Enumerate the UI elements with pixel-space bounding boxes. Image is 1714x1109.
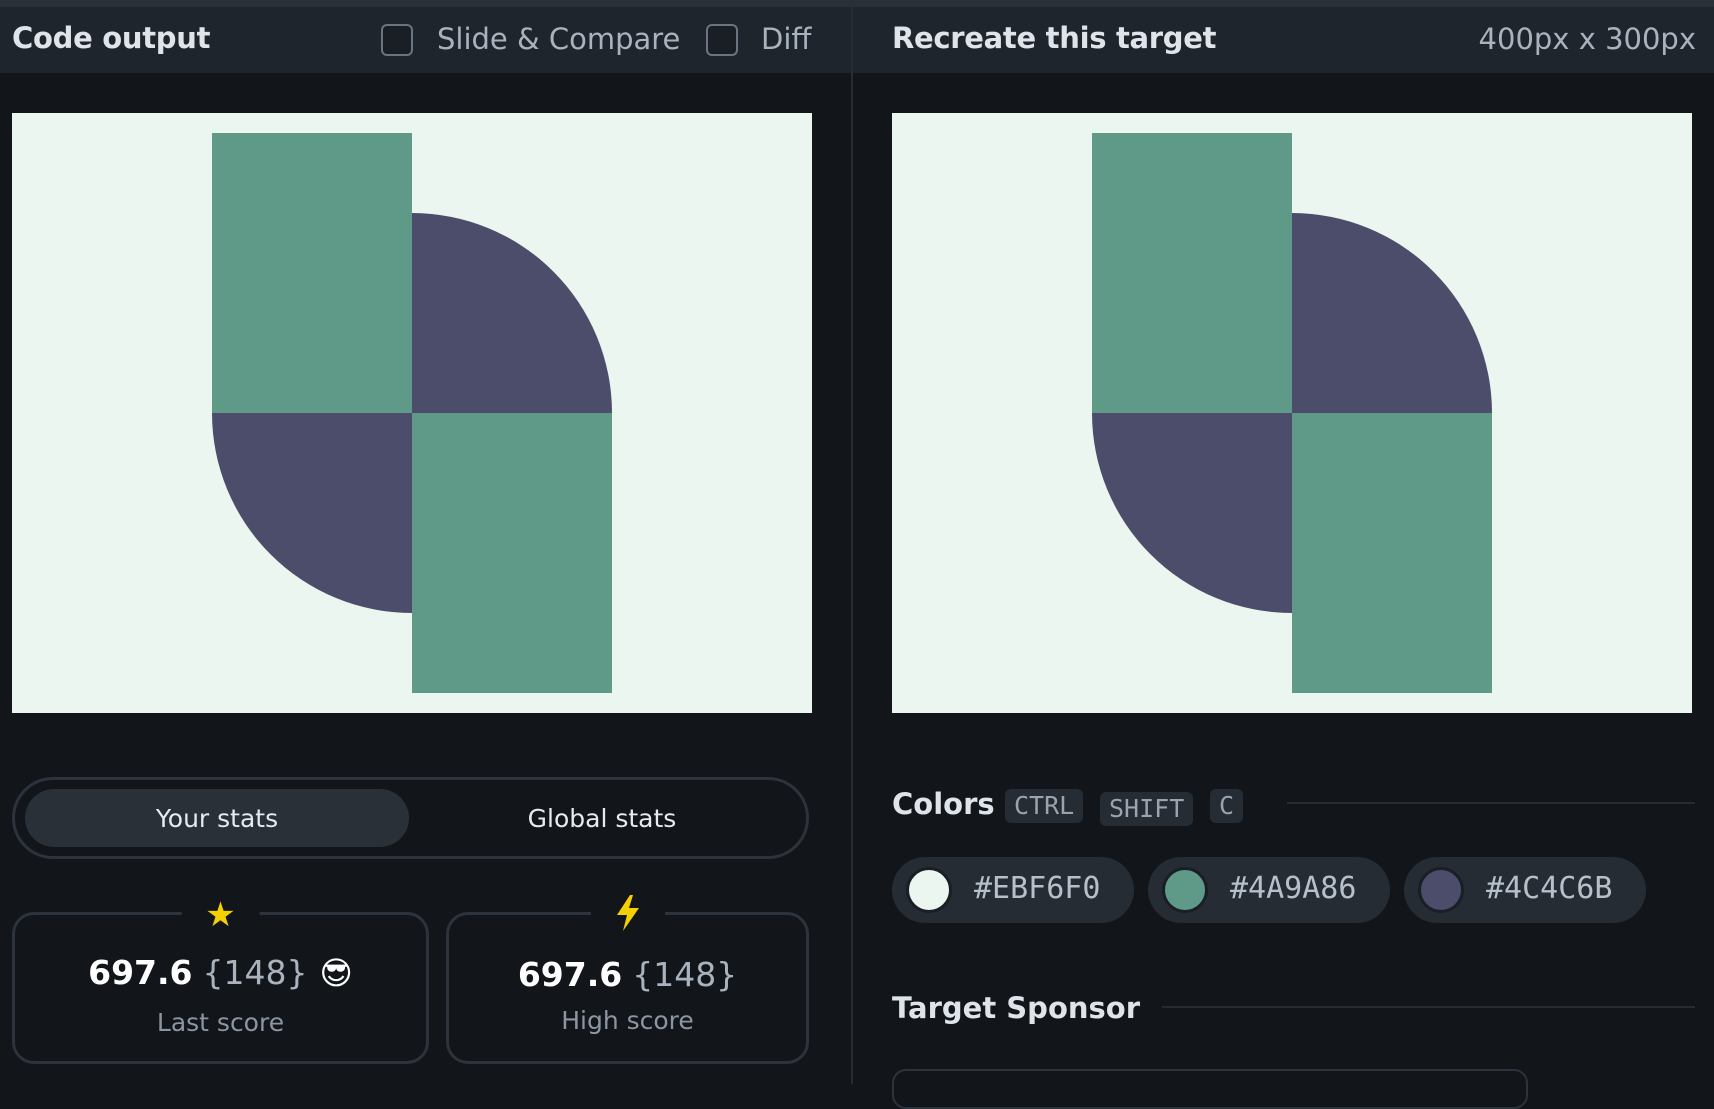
sponsor-title: Target Sponsor [892,991,1141,1025]
lightning-icon [590,895,665,940]
target-shape-graphic [892,113,1692,713]
sponsor-box[interactable] [892,1069,1528,1109]
kbd-shift: SHIFT [1100,792,1194,826]
top-border [0,0,1714,7]
diff-checkbox[interactable] [706,24,738,56]
swatch-purple-hex: #4C4C6B [1486,871,1613,906]
swatch-light-dot [906,867,952,913]
high-score-label: High score [561,1006,694,1035]
tab-your-stats[interactable]: Your stats [25,789,409,847]
kbd-ctrl: CTRL [1005,789,1084,823]
slide-compare-label[interactable]: Slide & Compare [437,22,680,56]
swatch-purple[interactable]: #4C4C6B [1404,857,1646,923]
last-score-value: 697.6 {148} 😎 [15,953,426,992]
swatch-green-dot [1162,867,1208,913]
sponsor-rule [1162,1006,1695,1008]
swatch-light-hex: #EBF6F0 [974,871,1101,906]
diff-label[interactable]: Diff [761,22,811,56]
swatch-green-hex: #4A9A86 [1230,871,1357,906]
last-score-card: ★ 697.6 {148} 😎 Last score [12,895,429,1064]
output-shape-graphic [12,113,812,713]
sunglasses-emoji-icon: 😎 [319,954,353,992]
swatch-green[interactable]: #4A9A86 [1148,857,1390,923]
code-output-header: Code output Slide & Compare Diff [0,7,851,73]
colors-rule [1287,802,1695,804]
tab-global-stats[interactable]: Global stats [410,789,794,847]
target-title: Recreate this target [892,21,1217,55]
code-output-pane: Code output Slide & Compare Diff Your st… [0,7,851,1084]
high-score-value: 697.6 {148} [449,955,806,994]
code-output-title: Code output [12,21,211,55]
last-score-number: 697.6 [88,953,193,992]
kbd-c: C [1210,789,1244,823]
target-dimensions: 400px x 300px [1478,22,1696,56]
colors-title: Colors [892,787,995,821]
swatch-purple-dot [1418,867,1464,913]
target-canvas[interactable] [892,113,1692,713]
last-score-count: {148} [202,953,308,992]
last-score-label: Last score [156,1008,285,1037]
swatch-light[interactable]: #EBF6F0 [892,857,1134,923]
target-header: Recreate this target 400px x 300px [853,7,1714,73]
slide-compare-checkbox[interactable] [381,24,413,56]
high-score-count: {148} [632,955,738,994]
star-icon: ★ [181,895,260,935]
target-pane: Recreate this target 400px x 300px Color… [853,7,1714,1109]
high-score-number: 697.6 [517,955,623,994]
code-output-canvas[interactable] [12,113,812,713]
high-score-card: 697.6 {148} High score [446,895,809,1064]
stats-toggle: Your stats Global stats [12,777,809,859]
